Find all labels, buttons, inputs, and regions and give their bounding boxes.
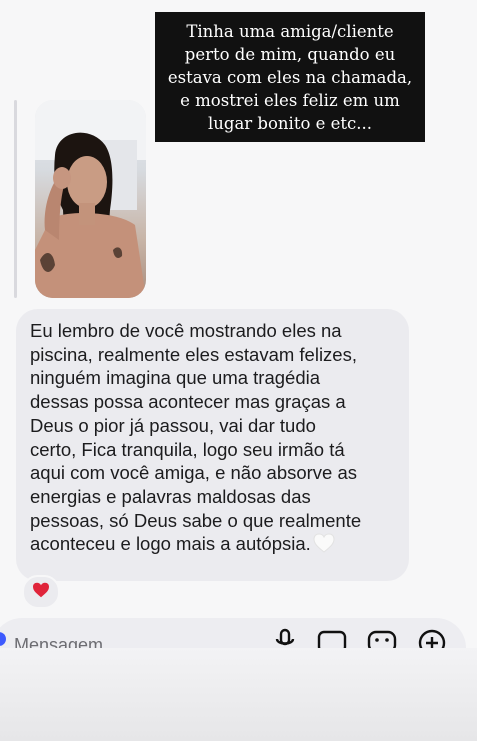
message-line: piscina, realmente eles estavam felizes, [30, 343, 357, 365]
photo-illustration [35, 100, 146, 298]
shared-story-photo[interactable] [35, 100, 146, 298]
message-line: aqui com você amiga, e não absorve as [30, 462, 358, 484]
message-line: dessas possa acontecer mas graças a [30, 391, 346, 413]
white-heart-icon [313, 533, 335, 559]
camera-button[interactable] [0, 632, 6, 646]
message-line: certo, Fica tranquila, logo seu irmão tá [30, 438, 345, 460]
message-line: Eu lembro de você mostrando eles na [30, 320, 342, 341]
message-line-text: aconteceu e logo mais a autópsia. [30, 533, 311, 555]
message-bubble[interactable]: Eu lembro de você mostrando eles na pisc… [16, 309, 409, 581]
red-heart-icon [32, 582, 50, 603]
caption-line: estava com eles na chamada, [167, 68, 413, 87]
message-line: energias e palavras maldosas das [30, 485, 311, 507]
caption-line: e mostrei eles feliz em um [180, 91, 400, 110]
story-caption: Tinha uma amiga/cliente perto de mim, qu… [155, 12, 425, 142]
reply-indicator-bar [14, 100, 17, 298]
reaction-badge[interactable] [22, 575, 60, 609]
message-line: pessoas, só Deus sabe o que realmente [30, 509, 362, 531]
message-line-last: aconteceu e logo mais a autópsia. [30, 532, 395, 559]
caption-line: lugar bonito e etc... [207, 114, 373, 133]
message-line: Deus o pior já passou, vai dar tudo [30, 414, 316, 436]
message-line: ninguém imagina que uma tragédia [30, 367, 321, 389]
bottom-overlay [0, 648, 477, 741]
caption-line: perto de mim, quando eu [184, 45, 396, 64]
caption-line: Tinha uma amiga/cliente [186, 22, 394, 41]
